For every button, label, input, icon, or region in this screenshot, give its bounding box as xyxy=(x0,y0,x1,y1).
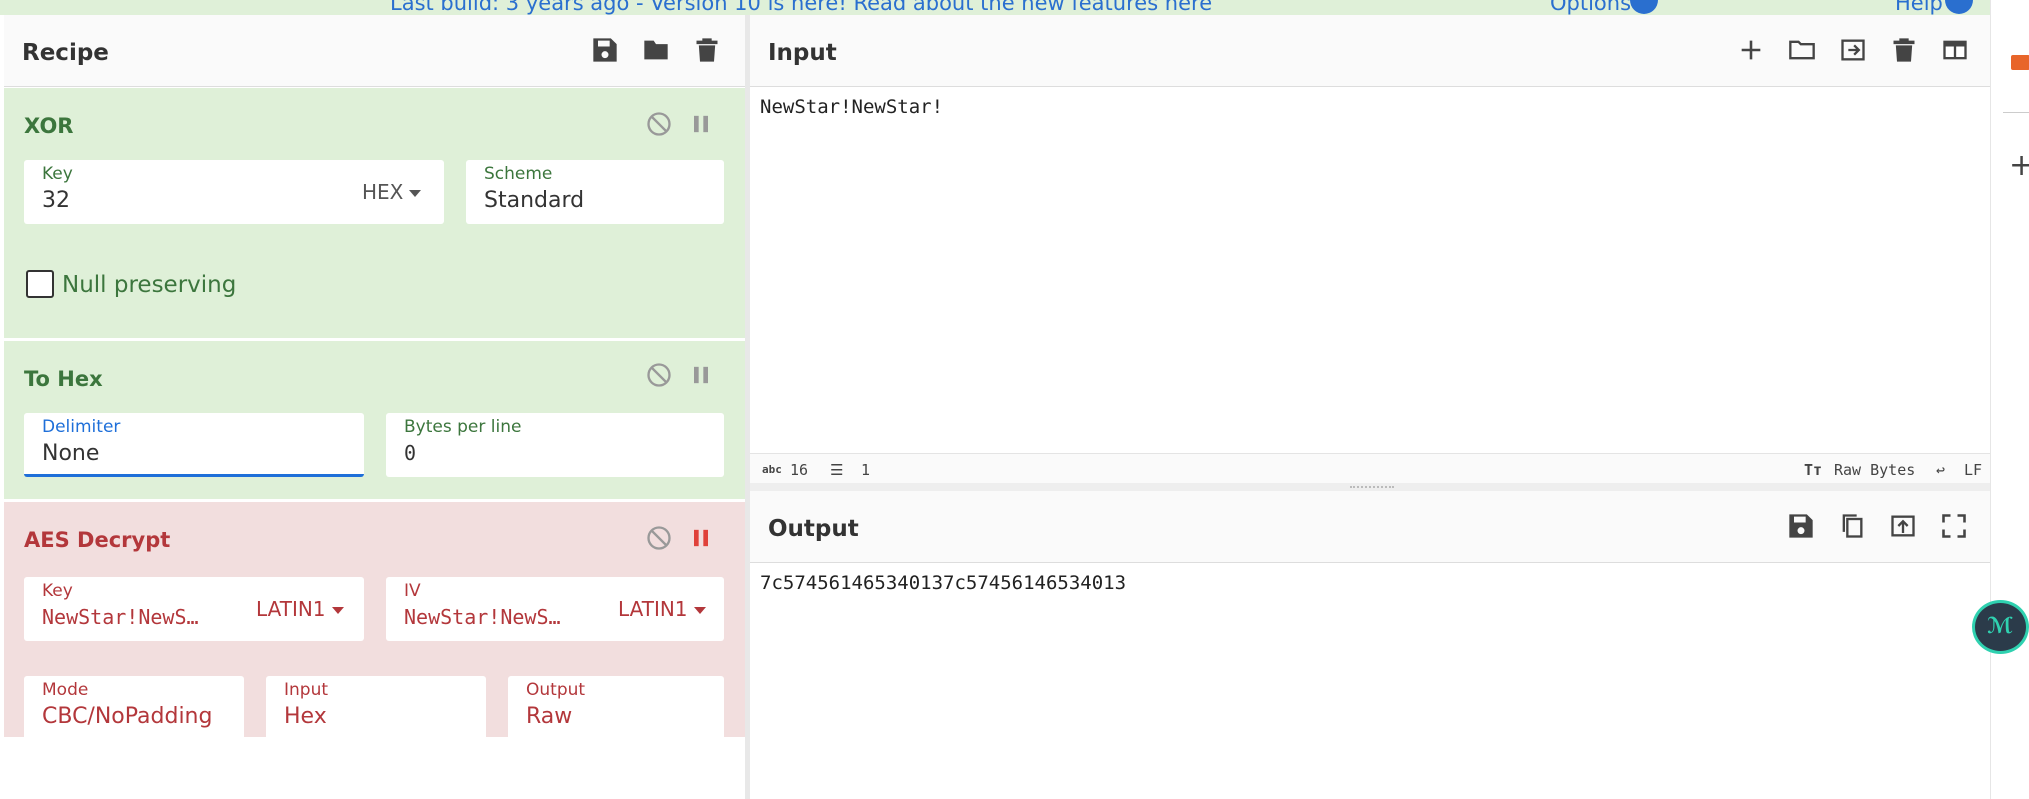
op-aes-decrypt: AES Decrypt Key NewStar!NewS… LATIN1 IV … xyxy=(4,502,745,740)
side-strip: + xyxy=(1990,0,2029,799)
op-title: XOR xyxy=(24,114,74,138)
char-count: 16 xyxy=(790,461,809,479)
key-format-dropdown[interactable]: LATIN1 xyxy=(256,597,344,621)
op-to-hex: To Hex Delimiter None Bytes per line 0 xyxy=(4,341,745,499)
options-link[interactable]: Options xyxy=(1550,0,1631,15)
field-value[interactable]: CBC/NoPadding xyxy=(42,704,212,729)
aes-key-field[interactable]: Key NewStar!NewS… LATIN1 xyxy=(24,577,364,641)
copy-icon[interactable] xyxy=(1837,511,1867,541)
field-value[interactable]: Standard xyxy=(484,188,584,213)
eol-label[interactable]: LF xyxy=(1964,461,1982,479)
field-label: Bytes per line xyxy=(404,417,522,437)
field-label: Delimiter xyxy=(42,417,121,437)
iv-format-dropdown[interactable]: LATIN1 xyxy=(618,597,706,621)
layout-icon[interactable] xyxy=(1940,35,1970,65)
input-title: Input xyxy=(768,40,837,66)
field-value[interactable]: NewStar!NewS… xyxy=(42,605,232,629)
scheme-field[interactable]: Scheme Standard xyxy=(466,160,724,224)
field-value[interactable]: None xyxy=(42,441,99,466)
pane-divider[interactable] xyxy=(745,15,750,799)
chevron-down-icon xyxy=(331,607,344,614)
pause-icon[interactable] xyxy=(687,524,715,552)
recipe-title: Recipe xyxy=(22,40,109,66)
field-value[interactable]: Hex xyxy=(284,704,327,729)
output-text[interactable]: 7c574561465340137c57456146534013 xyxy=(760,572,1126,594)
key-format-dropdown[interactable]: HEX xyxy=(362,180,422,204)
input-format-field[interactable]: Input Hex xyxy=(266,676,486,740)
bytes-per-line-field[interactable]: Bytes per line 0 xyxy=(386,413,724,477)
chars-icon: abc xyxy=(762,463,782,476)
key-field[interactable]: Key 32 HEX xyxy=(24,160,444,224)
disable-icon[interactable] xyxy=(645,524,673,552)
mode-field[interactable]: Mode CBC/NoPadding xyxy=(24,676,244,740)
input-header: Input xyxy=(750,15,1990,87)
line-count: 1 xyxy=(861,461,871,479)
help-icon[interactable] xyxy=(1945,0,1973,14)
input-status-bar: abc 16 ☰ 1 Tт Raw Bytes ↩ LF xyxy=(750,453,1990,483)
io-resizer[interactable] xyxy=(750,483,1990,491)
field-label: Key xyxy=(42,581,73,601)
save-icon[interactable] xyxy=(590,35,620,65)
save-icon[interactable] xyxy=(1786,511,1816,541)
field-label: IV xyxy=(404,581,421,601)
banner-text[interactable]: Last build: 3 years ago - Version 10 is … xyxy=(390,0,1212,15)
add-tab-icon[interactable] xyxy=(1736,35,1766,65)
output-title: Output xyxy=(768,516,859,542)
trash-icon[interactable] xyxy=(692,35,722,65)
field-label: Output xyxy=(526,680,586,700)
fullscreen-icon[interactable] xyxy=(1939,511,1969,541)
field-value[interactable]: 32 xyxy=(42,188,70,213)
chevron-down-icon xyxy=(693,607,706,614)
field-label: Input xyxy=(284,680,329,700)
text-size-icon: Tт xyxy=(1804,461,1823,479)
avatar[interactable]: ℳ xyxy=(1972,600,2029,654)
input-text[interactable]: NewStar!NewStar! xyxy=(760,96,943,118)
open-file-icon[interactable] xyxy=(1838,35,1868,65)
field-value[interactable]: Raw xyxy=(526,704,572,729)
field-label: Key xyxy=(42,164,73,184)
op-title: To Hex xyxy=(24,367,103,391)
op-title: AES Decrypt xyxy=(24,528,171,552)
help-link[interactable]: Help xyxy=(1895,0,1943,15)
field-label: Mode xyxy=(42,680,89,700)
replace-input-icon[interactable] xyxy=(1888,511,1918,541)
field-value[interactable]: 0 xyxy=(404,441,416,465)
field-value[interactable]: NewStar!NewS… xyxy=(404,605,594,629)
output-format-field[interactable]: Output Raw xyxy=(508,676,724,740)
pause-icon[interactable] xyxy=(687,110,715,138)
trash-icon[interactable] xyxy=(1889,35,1919,65)
null-preserving-checkbox[interactable] xyxy=(26,270,54,298)
lines-icon: ☰ xyxy=(830,461,844,479)
encoding-label[interactable]: Raw Bytes xyxy=(1834,461,1915,479)
recipe-pane: Recipe XOR Key 32 HEX Scheme Standard Nu… xyxy=(4,15,745,799)
folder-icon[interactable] xyxy=(641,35,671,65)
disable-icon[interactable] xyxy=(645,361,673,389)
null-preserving-label: Null preserving xyxy=(62,272,237,298)
return-icon: ↩ xyxy=(1936,461,1946,479)
delimiter-field[interactable]: Delimiter None xyxy=(24,413,364,477)
output-header: Output xyxy=(750,491,1990,563)
gear-icon[interactable] xyxy=(1630,0,1658,14)
chevron-down-icon xyxy=(409,190,422,197)
briefcase-icon[interactable] xyxy=(2011,55,2029,70)
recipe-header: Recipe xyxy=(4,15,745,87)
open-folder-icon[interactable] xyxy=(1787,35,1817,65)
plus-icon[interactable]: + xyxy=(2009,148,2029,183)
top-banner: Last build: 3 years ago - Version 10 is … xyxy=(0,0,1995,15)
op-xor: XOR Key 32 HEX Scheme Standard Null pres… xyxy=(4,88,745,338)
pause-icon[interactable] xyxy=(687,361,715,389)
iv-field[interactable]: IV NewStar!NewS… LATIN1 xyxy=(386,577,724,641)
field-label: Scheme xyxy=(484,164,553,184)
disable-icon[interactable] xyxy=(645,110,673,138)
